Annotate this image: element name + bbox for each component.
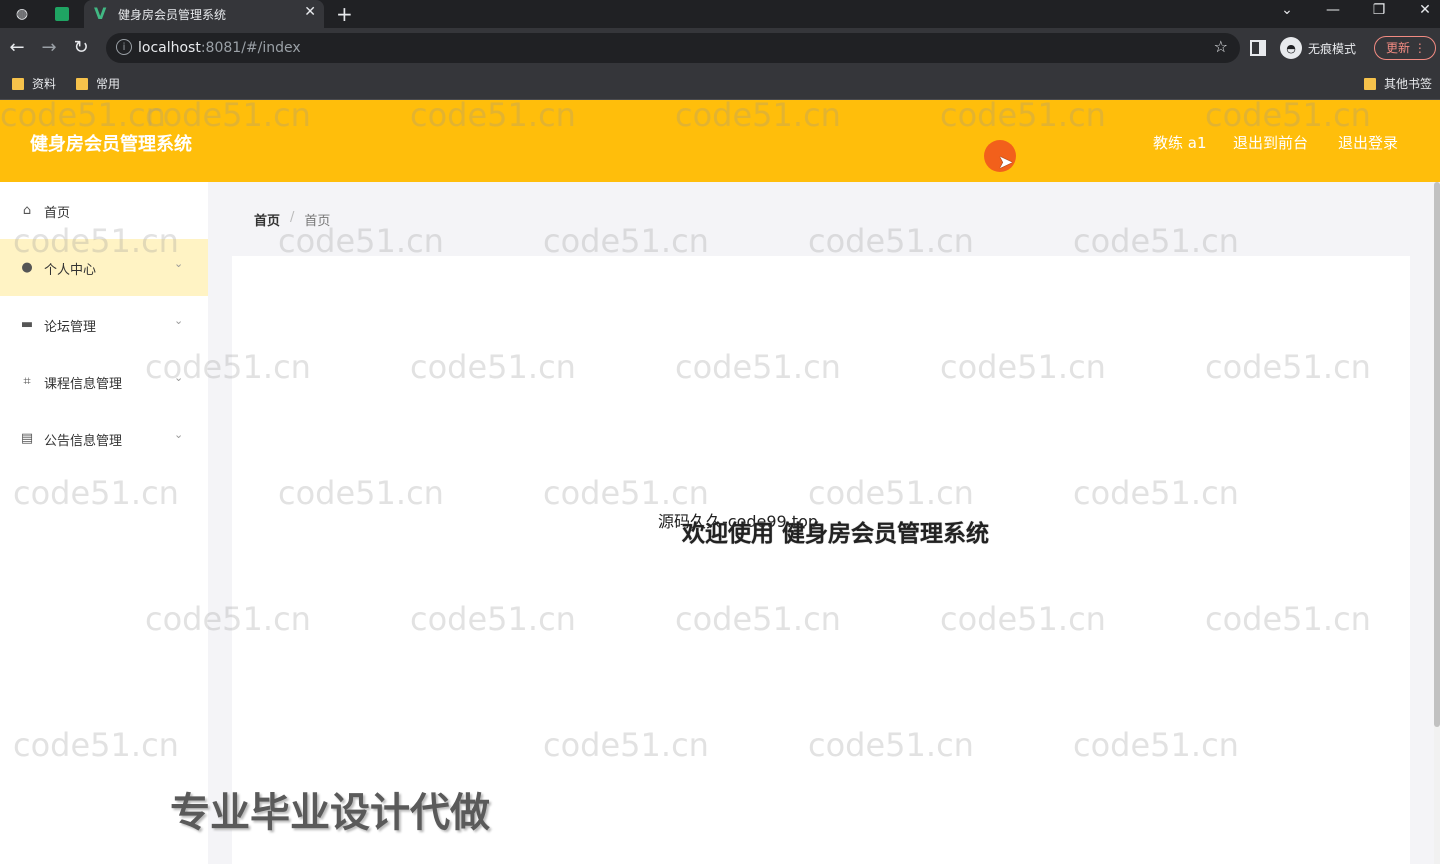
close-window-button[interactable]: ✕ xyxy=(1410,2,1440,18)
sidebar-item-notice[interactable]: ▤ 公告信息管理 ⌄ xyxy=(0,410,208,467)
tab-search-icon[interactable]: ⌄ xyxy=(1272,2,1302,18)
crop-icon: ⌗ xyxy=(23,373,31,389)
welcome-text: 欢迎使用 健身房会员管理系统 xyxy=(682,521,990,547)
tab-active[interactable]: V 健身房会员管理系统 ✕ xyxy=(84,0,324,28)
chevron-down-icon: ⌄ xyxy=(174,371,184,384)
incognito-label: 无痕模式 xyxy=(1308,41,1357,56)
folder-icon xyxy=(1364,77,1376,90)
bookmarks-bar: 资料 常用 其他书签 xyxy=(0,68,1440,100)
folder-icon xyxy=(12,77,24,90)
back-to-front-link[interactable]: 退出到前台 xyxy=(1233,132,1308,153)
folder-icon xyxy=(76,77,88,90)
sidebar: ⌂ 首页 ● 个人中心 ⌄ ▬ 论坛管理 ⌄ ⌗ 课程信息管理 ⌄ ▤ 公告信息… xyxy=(0,182,208,864)
bookmark-star-icon[interactable]: ☆ xyxy=(1214,37,1228,56)
vue-icon: V xyxy=(94,4,107,23)
back-button[interactable]: ← xyxy=(6,37,28,58)
sheet-icon[interactable] xyxy=(52,4,72,24)
url-input[interactable]: i localhost:8081/#/index ☆ xyxy=(106,33,1240,63)
forward-button[interactable]: → xyxy=(38,37,60,58)
breadcrumb: 首页 / 首页 xyxy=(254,210,330,229)
mouse-cursor-icon: ➤ xyxy=(998,152,1014,173)
main-content: 首页 / 首页 源码久久-code99.top 欢迎使用 健身房会员管理系统 专… xyxy=(170,182,1434,864)
sidebar-item-course[interactable]: ⌗ 课程信息管理 ⌄ xyxy=(0,353,208,410)
logout-link[interactable]: 退出登录 xyxy=(1338,132,1398,153)
user-icon: ● xyxy=(21,259,33,275)
promo-text: 专业毕业设计代做 xyxy=(170,790,490,836)
home-icon: ⌂ xyxy=(22,202,32,218)
app-title: 健身房会员管理系统 xyxy=(30,134,192,155)
address-bar: ← → ↻ i localhost:8081/#/index ☆ ◓ 无痕模式 … xyxy=(0,28,1440,68)
bookmark-folder[interactable]: 资料 xyxy=(12,75,56,92)
minimize-button[interactable]: — xyxy=(1318,2,1348,18)
browser-tab-strip: ◍ V 健身房会员管理系统 ✕ + ⌄ — ❐ ✕ xyxy=(0,0,1440,28)
globe-icon[interactable]: ◍ xyxy=(12,4,32,24)
incognito-icon: ◓ xyxy=(1280,37,1302,59)
reload-button[interactable]: ↻ xyxy=(70,37,92,58)
info-icon[interactable]: i xyxy=(116,39,132,55)
url-text: localhost:8081/#/index xyxy=(138,40,301,56)
app-header: 健身房会员管理系统 教练 a1 退出到前台 退出登录 xyxy=(0,100,1440,182)
current-user: 教练 a1 xyxy=(1153,134,1207,152)
chevron-down-icon: ⌄ xyxy=(174,428,184,441)
side-panel-icon[interactable] xyxy=(1250,40,1266,56)
briefcase-icon: ▬ xyxy=(20,316,34,332)
clipboard-icon: ▤ xyxy=(20,430,34,446)
close-tab-icon[interactable]: ✕ xyxy=(304,4,316,20)
chevron-down-icon: ⌄ xyxy=(174,314,184,327)
tab-title: 健身房会员管理系统 xyxy=(118,8,227,22)
chevron-down-icon: ⌄ xyxy=(174,257,184,270)
other-bookmarks[interactable]: 其他书签 xyxy=(1364,75,1432,92)
new-tab-button[interactable]: + xyxy=(336,2,353,26)
restore-button[interactable]: ❐ xyxy=(1364,2,1394,18)
scrollbar-thumb[interactable] xyxy=(1434,182,1440,727)
sidebar-item-home[interactable]: ⌂ 首页 xyxy=(0,182,208,239)
bookmark-folder[interactable]: 常用 xyxy=(76,75,120,92)
breadcrumb-separator: / xyxy=(290,210,295,225)
sidebar-item-personal-center[interactable]: ● 个人中心 ⌄ xyxy=(0,239,208,296)
update-button[interactable]: 更新 ⋮ xyxy=(1374,36,1436,60)
content-card: 源码久久-code99.top 欢迎使用 健身房会员管理系统 专业毕业设计代做 xyxy=(170,256,1410,864)
breadcrumb-current: 首页 xyxy=(304,214,331,229)
sidebar-item-forum[interactable]: ▬ 论坛管理 ⌄ xyxy=(0,296,208,353)
incognito-indicator[interactable]: ◓ 无痕模式 xyxy=(1280,36,1356,60)
scrollbar[interactable] xyxy=(1434,182,1440,864)
breadcrumb-home[interactable]: 首页 xyxy=(254,210,280,229)
